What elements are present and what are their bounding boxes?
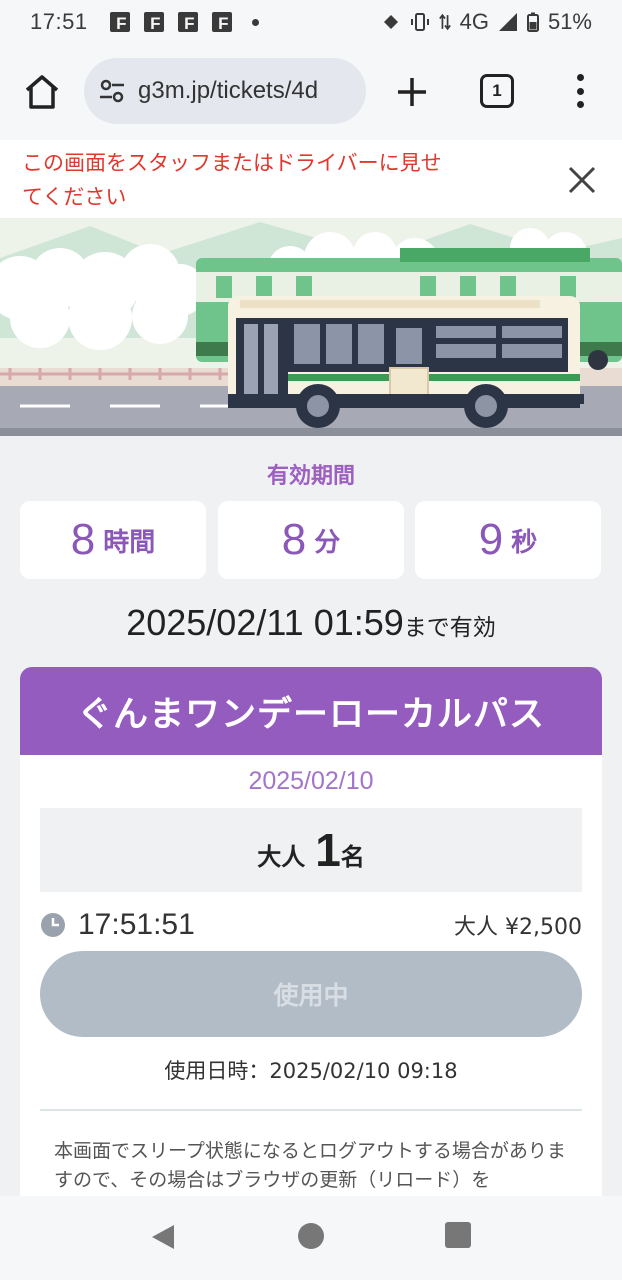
site-settings-icon[interactable]	[98, 77, 126, 105]
seconds-value: 9	[478, 515, 504, 564]
passenger-unit: 名	[340, 842, 365, 871]
seconds-unit: 秒	[511, 527, 538, 558]
facebook-notification-icon: F	[109, 12, 130, 32]
status-right: 4G 51%	[381, 9, 592, 35]
facebook-notification-icon: F	[211, 12, 232, 32]
vibrate-icon	[410, 13, 429, 31]
ticket-date: 2025/02/10	[248, 767, 374, 795]
countdown-hours: 8 時間	[20, 501, 206, 579]
nav-home-icon[interactable]	[298, 1223, 324, 1249]
clock-row: 17:51:51 大人 ¥2,500	[40, 905, 582, 945]
facebook-notification-icon: F	[177, 12, 198, 32]
current-time: 17:51:51	[78, 908, 195, 941]
close-icon[interactable]	[566, 164, 598, 196]
staff-notice-bar: この画面をスタッフまたはドライバーに見せてください	[0, 140, 622, 218]
network-type: 4G	[459, 9, 489, 34]
in-use-button[interactable]: 使用中	[40, 951, 582, 1037]
passenger-box: 大人 1 名	[40, 808, 582, 892]
home-icon[interactable]	[22, 72, 62, 112]
valid-until: 2025/02/11 01:59まで有効	[0, 602, 622, 644]
minutes-unit: 分	[314, 527, 341, 558]
countdown-seconds: 9 秒	[415, 501, 601, 579]
divider	[40, 1109, 582, 1111]
hours-value: 8	[70, 515, 96, 564]
browser-toolbar: g3m.jp/tickets/4d 1	[0, 44, 622, 140]
minutes-value: 8	[281, 515, 307, 564]
clock-icon	[41, 913, 65, 937]
bus-train-illustration	[0, 218, 622, 436]
hours-unit: 時間	[103, 527, 156, 558]
more-menu-icon[interactable]	[566, 70, 594, 112]
notification-icons: F F F F	[109, 12, 259, 32]
tab-switcher-icon[interactable]: 1	[480, 74, 514, 108]
nav-recents-icon[interactable]	[445, 1222, 471, 1248]
passenger-count: 1	[315, 824, 341, 876]
ticket-card: ぐんまワンデーローカルパス 2025/02/10 大人 1 名 17:51:51…	[20, 667, 602, 1196]
used-at-text: 使用日時：2025/02/10 09:18	[164, 1059, 458, 1083]
validity-label: 有効期間	[266, 464, 355, 489]
valid-until-suffix: まで有効	[403, 615, 496, 641]
sleep-notice-text: 本画面でスリープ状態になるとログアウトする場合がありますので、その場合はブラウザ…	[54, 1140, 566, 1191]
facebook-notification-icon: F	[143, 12, 164, 32]
status-bar: 17:51 F F F F 4G 51%	[0, 0, 622, 44]
data-arrows-icon	[438, 13, 451, 31]
battery-percent: 51%	[547, 9, 592, 34]
more-notifications-dot-icon	[251, 18, 259, 26]
passenger-label: 大人	[257, 842, 306, 871]
fare-text: 大人 ¥2,500	[454, 915, 582, 940]
countdown-minutes: 8 分	[218, 501, 404, 579]
address-bar[interactable]: g3m.jp/tickets/4d	[84, 58, 366, 124]
status-time: 17:51	[30, 9, 88, 34]
notice-text: この画面をスタッフまたはドライバーに見せてください	[22, 151, 442, 209]
new-tab-icon[interactable]	[392, 72, 432, 112]
valid-until-datetime: 2025/02/11 01:59	[126, 602, 404, 643]
url-text[interactable]: g3m.jp/tickets/4d	[138, 77, 318, 105]
ticket-name: ぐんまワンデーローカルパス	[20, 667, 602, 755]
ticket-page: この画面をスタッフまたはドライバーに見せてください 有効期間 8 時間 8 分 …	[0, 140, 622, 1196]
nav-back-icon[interactable]	[148, 1222, 178, 1252]
battery-icon	[526, 12, 539, 32]
signal-icon	[498, 13, 517, 31]
data-saver-icon	[383, 15, 398, 29]
system-nav-bar	[0, 1196, 622, 1280]
